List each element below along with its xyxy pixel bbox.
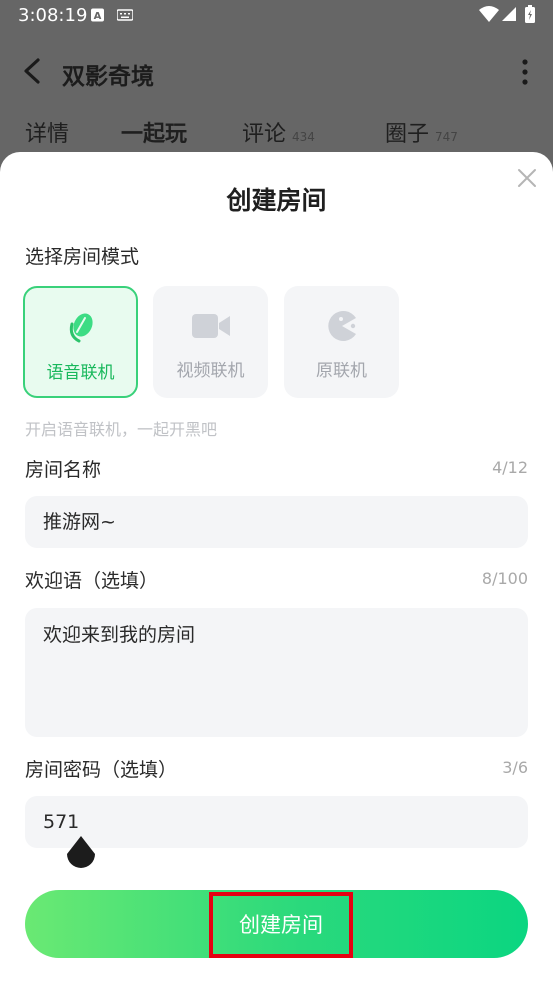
- mode-video-card[interactable]: 视频联机: [153, 286, 268, 398]
- text-cursor-handle-icon[interactable]: [64, 834, 98, 874]
- welcome-textarea[interactable]: 欢迎来到我的房间: [25, 608, 528, 737]
- page-title: 双影奇境: [62, 64, 154, 90]
- a-badge-icon: A: [91, 8, 104, 22]
- signal-icon: [502, 7, 516, 21]
- back-arrow-icon[interactable]: [22, 58, 42, 84]
- tab-count-badge: 747: [435, 130, 458, 144]
- keyboard-icon: [117, 9, 133, 21]
- create-room-button[interactable]: 创建房间: [25, 890, 528, 958]
- tab-comments[interactable]: 评论 434: [242, 116, 315, 148]
- status-bar: 3:08:19 A: [0, 0, 553, 30]
- password-counter: 3/6: [502, 758, 528, 777]
- tab-label: 一起玩: [121, 122, 188, 147]
- tab-label: 圈子: [385, 122, 430, 147]
- tab-count-badge: 434: [292, 130, 315, 144]
- tab-details[interactable]: 详情: [25, 116, 69, 148]
- more-vertical-icon[interactable]: [517, 58, 533, 86]
- create-room-button-label: 创建房间: [209, 892, 353, 958]
- svg-text:A: A: [94, 11, 102, 22]
- mode-label: 语音联机: [46, 363, 115, 383]
- tab-label: 评论: [242, 122, 287, 147]
- app-header: 双影奇境 详情 一起玩 评论 434 圈子 747: [0, 30, 553, 150]
- mode-voice-card[interactable]: 语音联机: [23, 286, 138, 398]
- room-name-counter: 4/12: [492, 458, 528, 477]
- video-camera-icon: [191, 314, 230, 338]
- mode-original-card[interactable]: 原联机: [284, 286, 399, 398]
- game-pacman-icon: [327, 311, 356, 341]
- status-time: 3:08:19: [18, 5, 88, 26]
- mode-hint: 开启语音联机，一起开黑吧: [25, 420, 218, 439]
- room-name-input[interactable]: 推游网~: [25, 496, 528, 548]
- welcome-label: 欢迎语（选填）: [25, 570, 159, 592]
- tab-play-together[interactable]: 一起玩: [121, 116, 187, 148]
- tab-circle[interactable]: 圈子 747: [385, 116, 458, 148]
- tab-label: 详情: [25, 122, 70, 147]
- mode-section-label: 选择房间模式: [25, 246, 140, 268]
- create-room-sheet: 创建房间 选择房间模式 语音联机 视频联机 原联机 开启语音联机，一起开黑吧 房…: [0, 152, 553, 984]
- microphone-icon: [69, 313, 93, 343]
- password-label: 房间密码（选填）: [25, 759, 178, 781]
- mode-label: 原联机: [316, 361, 367, 381]
- tab-bar: 详情 一起玩 评论 434 圈子 747: [0, 116, 553, 156]
- room-name-label: 房间名称: [25, 459, 102, 481]
- welcome-counter: 8/100: [481, 569, 528, 588]
- battery-icon: [525, 5, 535, 23]
- password-input[interactable]: 571: [25, 796, 528, 848]
- mode-label: 视频联机: [176, 361, 245, 381]
- sheet-title: 创建房间: [226, 186, 327, 215]
- wifi-icon: [479, 6, 499, 22]
